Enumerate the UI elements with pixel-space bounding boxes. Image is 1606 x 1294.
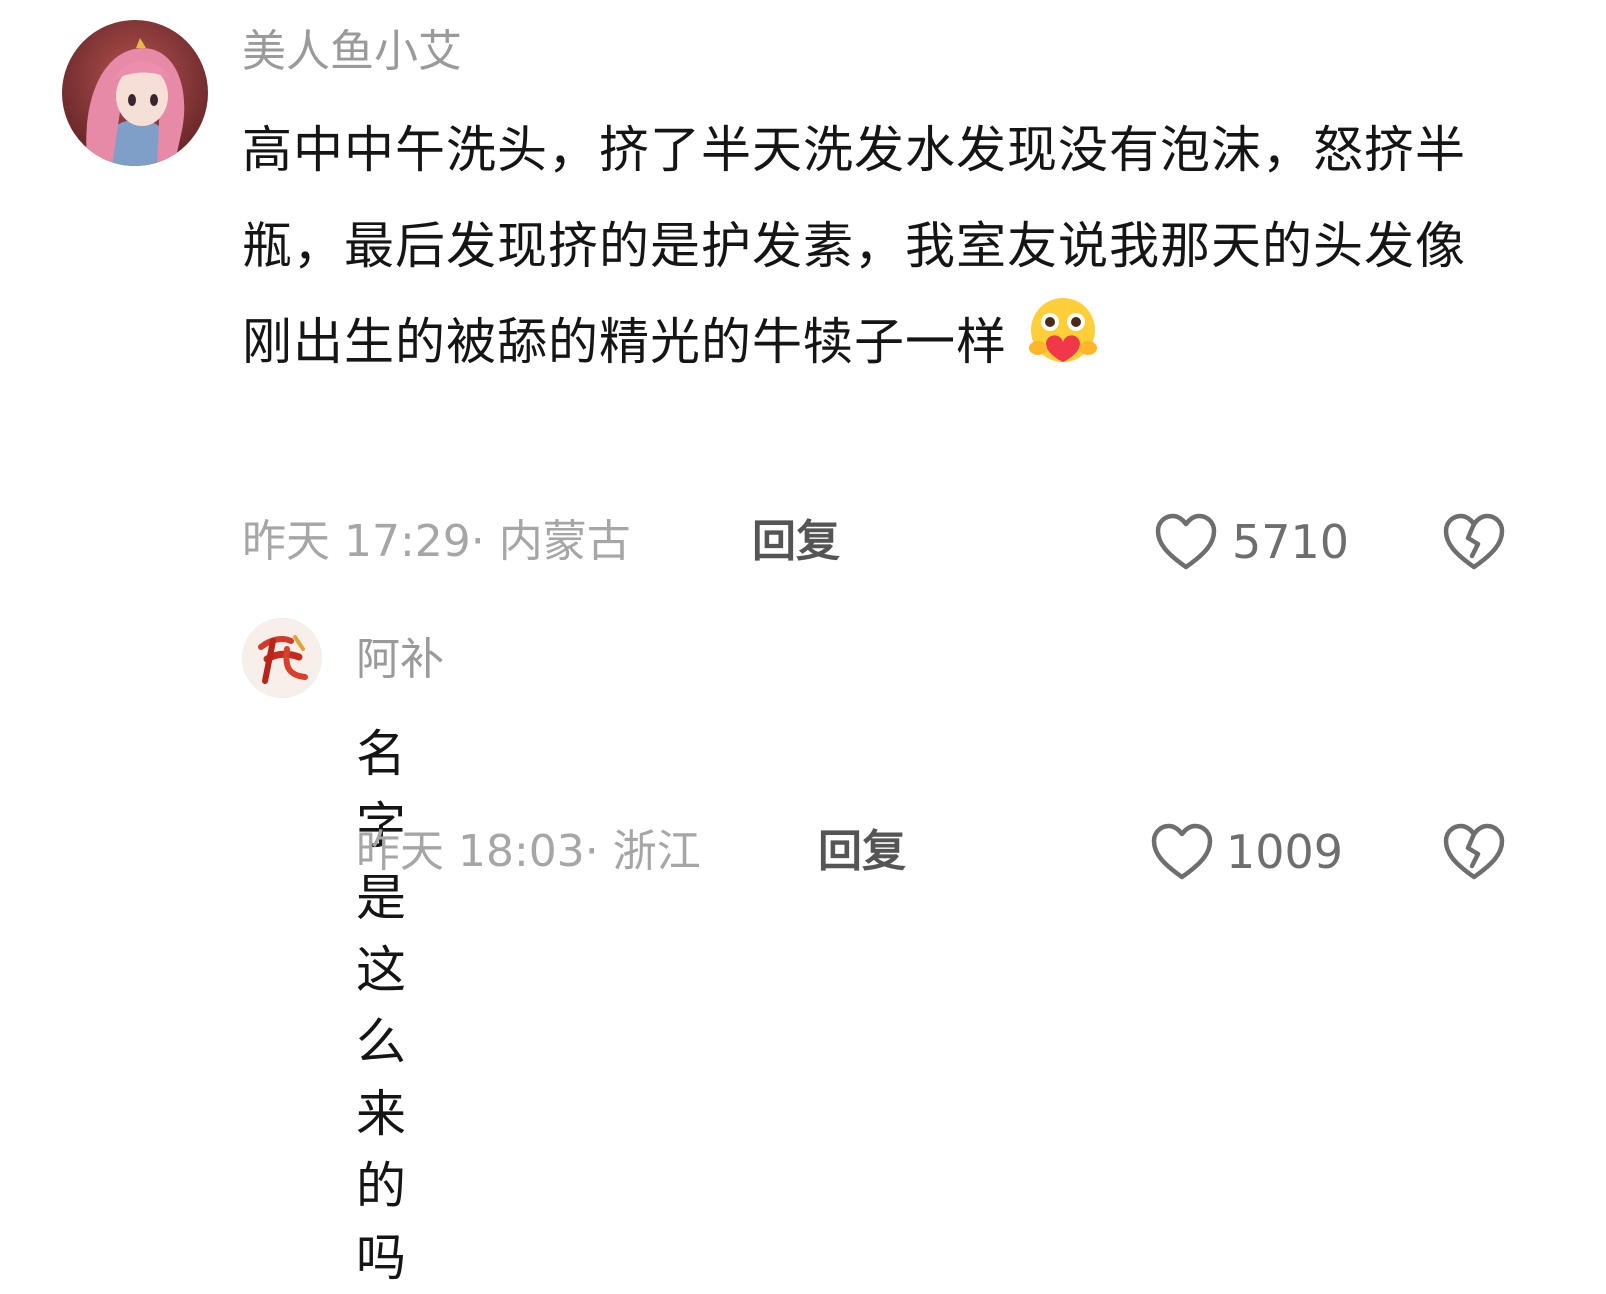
hug-heart-emoji-icon: [1024, 294, 1102, 397]
comment-location: 内蒙古: [498, 516, 631, 567]
dislike-button[interactable]: [1442, 512, 1506, 572]
comment-location: 浙江: [612, 826, 701, 877]
avatar[interactable]: [62, 20, 208, 166]
calligraphy-logo-avatar-icon: [243, 619, 321, 697]
like-button[interactable]: 5710: [1154, 510, 1349, 574]
avatar[interactable]: [242, 618, 322, 698]
comment-text: 高中中午洗头，挤了半天洗发水发现没有泡沫，怒挤半瓶，最后发现挤的是护发素，我室友…: [242, 102, 1472, 397]
comment-meta: 昨天 18:03· 浙江: [356, 826, 701, 877]
comment-time: 昨天 18:03: [356, 826, 585, 877]
reply-button[interactable]: 回复: [818, 822, 906, 882]
broken-heart-icon: [1443, 823, 1505, 880]
reply-button[interactable]: 回复: [752, 512, 840, 572]
like-count: 5710: [1232, 515, 1350, 569]
comment-time: 昨天 17:29: [242, 516, 471, 567]
comment-meta: 昨天 17:29· 内蒙古: [242, 516, 631, 567]
like-count: 1009: [1226, 825, 1344, 879]
comment-text-body: 高中中午洗头，挤了半天洗发水发现没有泡沫，怒挤半瓶，最后发现挤的是护发素，我室友…: [242, 121, 1466, 371]
anime-girl-avatar-icon: [62, 20, 208, 166]
heart-outline-icon: [1155, 513, 1217, 570]
broken-heart-icon: [1443, 513, 1505, 570]
heart-outline-icon: [1151, 823, 1213, 880]
comment-username[interactable]: 美人鱼小艾: [242, 22, 462, 82]
comment-text: 名字是这么来的吗: [356, 725, 407, 1287]
comment-username[interactable]: 阿补: [356, 630, 444, 690]
like-button[interactable]: 1009: [1150, 820, 1343, 884]
dislike-button[interactable]: [1442, 822, 1506, 882]
